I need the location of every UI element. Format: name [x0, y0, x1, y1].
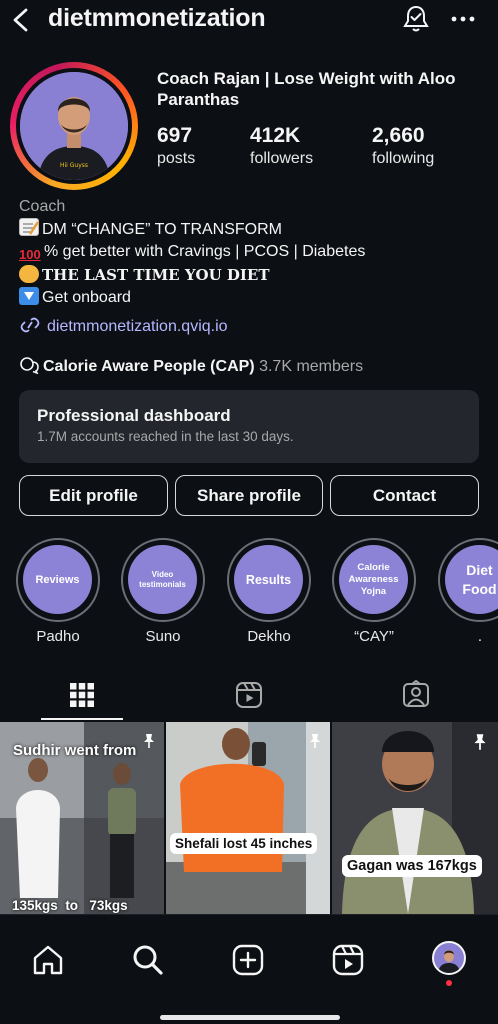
highlight-diet-food[interactable]: Diet Food .	[438, 538, 498, 645]
profile-tabs	[0, 668, 498, 722]
reels-icon	[236, 682, 262, 708]
memo-icon	[19, 218, 40, 236]
post-caption: Gagan was 167kgs	[342, 855, 482, 877]
post-caption: Sudhir went from	[13, 742, 137, 759]
handshake-icon	[19, 265, 39, 283]
contact-button[interactable]: Contact	[330, 475, 479, 516]
profile-tab-avatar[interactable]	[432, 941, 466, 975]
pinned-icon	[144, 734, 154, 748]
display-name: Coach Rajan | Lose Weight with Aloo Para…	[157, 69, 456, 109]
more-options-icon[interactable]	[448, 6, 478, 32]
back-arrow-icon[interactable]	[8, 6, 34, 34]
bottom-navigation	[0, 914, 498, 1024]
dashboard-title: Professional dashboard	[37, 406, 231, 425]
profile-header: dietmmonetization	[0, 0, 498, 40]
notification-bell-icon[interactable]	[402, 4, 430, 34]
search-icon[interactable]	[131, 943, 165, 977]
profile-avatar[interactable]: Hii Guyss	[20, 72, 128, 180]
posts-grid: Sudhir went from 135kgs to 73kgs Shefali…	[0, 722, 498, 914]
dashboard-subtitle: 1.7M accounts reached in the last 30 day…	[37, 429, 294, 444]
profile-category: Coach	[19, 198, 66, 215]
profile-link[interactable]: dietmmonetization.qviq.io	[19, 316, 489, 338]
story-ring[interactable]: Hii Guyss	[10, 62, 138, 190]
post-thumbnail[interactable]: Sudhir went from 135kgs to 73kgs	[0, 722, 164, 914]
post-thumbnail[interactable]: Gagan was 167kgs	[332, 722, 498, 914]
hundred-icon: 100	[19, 247, 41, 262]
bio-line: DM “CHANGE” TO TRANSFORM	[19, 218, 489, 241]
home-icon[interactable]	[31, 943, 65, 977]
tab-posts-grid[interactable]	[41, 668, 123, 722]
highlight-calorie-awareness[interactable]: Calorie Awareness Yojna “CAY”	[332, 538, 416, 645]
bio-line: Get onboard	[19, 287, 489, 309]
following-count[interactable]: 2,660 following	[372, 124, 434, 168]
profile-username: dietmmonetization	[48, 4, 266, 32]
highlight-results[interactable]: Results Dekho	[227, 538, 311, 645]
bio-line: THE LAST TIME YOU DIET	[19, 264, 489, 287]
pinned-icon	[310, 734, 320, 748]
highlight-video-testimonials[interactable]: Video testimonials Suno	[121, 538, 205, 645]
followers-count[interactable]: 412K followers	[250, 124, 313, 168]
pinned-icon	[474, 734, 486, 750]
reels-icon[interactable]	[331, 943, 365, 977]
down-arrow-icon	[19, 287, 39, 305]
tab-reels[interactable]	[208, 668, 290, 722]
notification-dot	[446, 980, 452, 986]
tab-tagged[interactable]	[375, 668, 457, 722]
community-channel[interactable]: Calorie Aware People (CAP) 3.7K members	[19, 356, 363, 376]
grid-icon	[70, 683, 94, 707]
highlight-reviews[interactable]: Reviews Padho	[16, 538, 100, 645]
post-thumbnail[interactable]: Shefali lost 45 inches	[166, 722, 330, 914]
link-icon	[20, 317, 40, 333]
create-post-icon[interactable]	[231, 943, 265, 977]
share-profile-button[interactable]: Share profile	[175, 475, 323, 516]
professional-dashboard[interactable]: Professional dashboard 1.7M accounts rea…	[19, 390, 479, 463]
active-tab-indicator	[41, 718, 123, 720]
post-caption: 135kgs to 73kgs	[12, 898, 128, 913]
bio-line: 100% get better with Cravings | PCOS | D…	[19, 243, 366, 262]
edit-profile-button[interactable]: Edit profile	[19, 475, 168, 516]
posts-count[interactable]: 697 posts	[157, 124, 195, 168]
tagged-person-icon	[403, 680, 429, 707]
post-caption: Shefali lost 45 inches	[170, 833, 318, 854]
home-indicator-bar	[160, 1015, 340, 1020]
chat-bubbles-icon	[20, 357, 39, 375]
shirt-print-text: Hii Guyss	[60, 162, 88, 169]
